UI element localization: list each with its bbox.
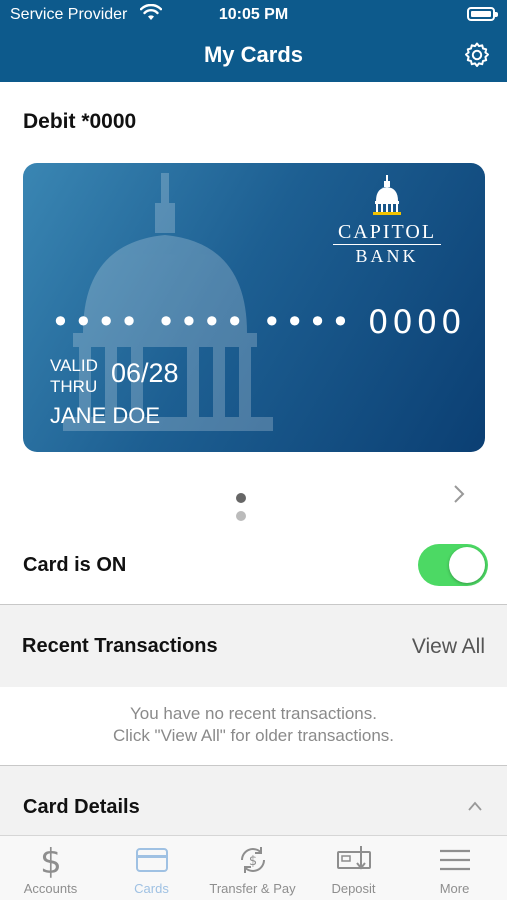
tab-accounts[interactable]: $ Accounts: [0, 836, 101, 900]
transfer-icon: $: [240, 847, 265, 873]
tab-cards[interactable]: Cards: [101, 836, 202, 900]
valid-thru-label: VALID THRU: [50, 355, 98, 397]
page-title: My Cards: [203, 42, 304, 67]
svg-text:$: $: [248, 854, 256, 869]
next-card-chevron-icon[interactable]: [451, 483, 467, 505]
tab-label: Accounts: [23, 881, 78, 896]
card-details-section[interactable]: Card Details: [0, 766, 507, 836]
empty-message-line1: You have no recent transactions.: [130, 704, 377, 723]
tab-label: Cards: [134, 881, 169, 896]
tab-bar: $ Accounts Cards $ Transfer & Pay Deposi…: [0, 835, 507, 900]
tab-deposit[interactable]: Deposit: [303, 836, 404, 900]
valid-label: VALID: [50, 356, 98, 375]
menu-icon: [439, 849, 470, 871]
card-icon: [135, 848, 168, 872]
status-bar: Service Provider 10:05 PM: [0, 0, 507, 30]
check-deposit-icon: [336, 846, 371, 870]
tab-label: Deposit: [331, 881, 376, 896]
bank-logo: CAPITOL BANK: [327, 175, 447, 265]
card-status-label: Card is ON: [23, 554, 127, 576]
tab-more[interactable]: More: [404, 836, 505, 900]
card-title: Debit *0000: [23, 110, 137, 133]
pager-dot-active[interactable]: [236, 493, 246, 503]
cardholder-name: JANE DOE: [50, 403, 161, 428]
pager-dot[interactable]: [236, 511, 246, 521]
card-pager[interactable]: [236, 490, 276, 521]
recent-transactions-header: Recent Transactions View All: [0, 605, 507, 687]
card-on-toggle[interactable]: [418, 544, 488, 586]
chevron-up-icon[interactable]: [467, 800, 483, 812]
tab-label: Transfer & Pay: [209, 881, 296, 896]
debit-card[interactable]: CAPITOL BANK •••• •••• •••• 0000 VALID T…: [23, 163, 485, 452]
card-details-title: Card Details: [23, 796, 140, 818]
tab-transfer-pay[interactable]: $ Transfer & Pay: [202, 836, 303, 900]
bank-name-line1: CAPITOL: [337, 221, 437, 243]
status-time: 10:05 PM: [218, 6, 289, 23]
empty-transactions-message: You have no recent transactions. Click "…: [0, 703, 507, 747]
card-number: •••• •••• •••• 0000: [51, 303, 466, 341]
settings-gear-icon[interactable]: [463, 41, 491, 69]
thru-label: THRU: [50, 377, 98, 396]
bank-name-line2: BANK: [355, 246, 419, 266]
empty-message-line2: Click "View All" for older transactions.: [112, 726, 395, 745]
capitol-dome-icon: [373, 175, 401, 215]
tab-label: More: [439, 881, 470, 896]
dollar-icon: $: [40, 842, 62, 878]
svg-text:$: $: [40, 842, 62, 878]
toggle-knob: [449, 547, 485, 583]
app-header: Service Provider 10:05 PM My Cards: [0, 0, 507, 82]
battery-icon: [467, 7, 498, 21]
recent-transactions-title: Recent Transactions: [22, 635, 218, 657]
expiry-date: 06/28: [111, 358, 179, 388]
view-all-link[interactable]: View All: [412, 635, 485, 659]
card-status-row: Card is ON: [0, 538, 507, 604]
